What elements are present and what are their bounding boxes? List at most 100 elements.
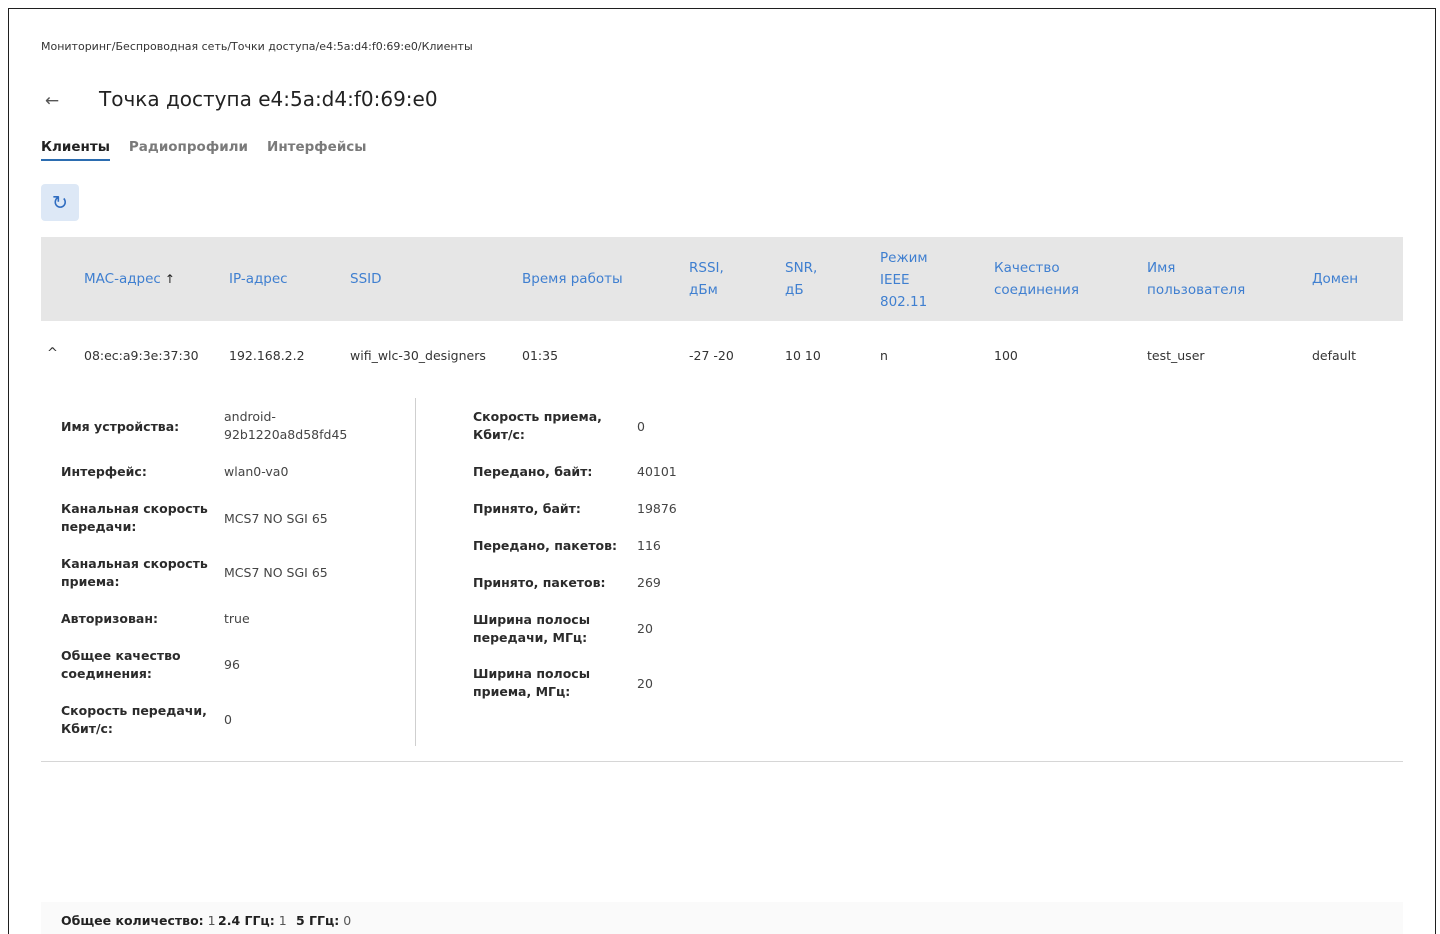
detail-value-tx-bytes: 40101 [637,464,677,479]
detail-label-rx-speed-line2: Кбит/с: [473,427,525,442]
detail-label-overall-quality-line1: Общее качество [61,648,181,663]
cell-snr: 10 10 [785,348,821,363]
tab-interfaces[interactable]: Интерфейсы [267,139,367,161]
column-header-domain[interactable]: Домен [1312,268,1358,290]
back-arrow-icon[interactable]: ← [41,90,63,112]
detail-label-authorized: Авторизован: [61,611,158,626]
detail-value-authorized: true [224,611,250,626]
detail-label-interface: Интерфейс: [61,464,147,479]
column-header-mode-line3: 802.11 [880,294,928,310]
detail-value-rx-bytes: 19876 [637,501,677,516]
column-header-snr[interactable]: SNR, дБ [785,257,817,301]
column-header-user-line1: Имя [1147,260,1176,276]
tab-clients[interactable]: Клиенты [41,139,110,161]
summary-5ghz-label: 5 ГГц: [296,913,340,928]
detail-value-tx-bandwidth: 20 [637,621,653,636]
column-header-ssid[interactable]: SSID [350,268,382,290]
detail-label-device-name: Имя устройства: [61,419,180,434]
column-header-user[interactable]: Имя пользователя [1147,257,1245,301]
cell-uptime: 01:35 [522,348,559,363]
detail-value-device-name: android- 92b1220a8d58fd45 [224,408,347,444]
detail-label-tx-speed: Скорость передачи, Кбит/с: [61,702,207,738]
detail-label-tx-rate: Канальная скорость передачи: [61,500,208,536]
detail-value-tx-rate: MCS7 NO SGI 65 [224,511,328,526]
detail-label-rx-rate-line1: Канальная скорость [61,556,208,571]
detail-label-tx-bandwidth: Ширина полосы передачи, МГц: [473,611,590,647]
detail-value-interface: wlan0-va0 [224,464,289,479]
column-header-mac[interactable]: MAC-адрес ↑ [84,268,175,290]
summary-24ghz-value: 1 [278,913,287,928]
row-details-panel: Имя устройства: android- 92b1220a8d58fd4… [41,398,1403,762]
cell-user: test_user [1147,348,1205,363]
detail-label-rx-rate: Канальная скорость приема: [61,555,208,591]
summary-5ghz-value: 0 [343,913,352,928]
column-header-mode-line1: Режим [880,250,928,266]
column-header-snr-line2: дБ [785,282,804,298]
cell-ssid: wifi_wlc-30_designers [350,348,486,363]
detail-label-tx-speed-line1: Скорость передачи, [61,703,207,718]
summary-24ghz: 2.4 ГГц: 1 [218,913,287,928]
summary-total-value: 1 [207,913,216,928]
detail-value-tx-speed: 0 [224,712,232,727]
summary-total: Общее количество: 1 [61,913,216,928]
cell-domain: default [1312,348,1356,363]
detail-label-tx-rate-line1: Канальная скорость [61,501,208,516]
detail-value-device-name-line1: android- [224,409,276,424]
summary-5ghz: 5 ГГц: 0 [296,913,351,928]
summary-footer: Общее количество: 1 2.4 ГГц: 1 5 ГГц: 0 [41,902,1403,934]
detail-label-tx-bytes: Передано, байт: [473,464,593,479]
page-title: Точка доступа e4:5a:d4:f0:69:e0 [99,87,438,111]
column-header-uptime[interactable]: Время работы [522,268,623,290]
tab-radio-profiles[interactable]: Радиопрофили [129,139,248,161]
column-header-mode[interactable]: Режим IEEE 802.11 [880,247,928,313]
table-bottom-divider [41,761,1403,762]
detail-value-rx-rate: MCS7 NO SGI 65 [224,565,328,580]
column-header-mac-label: MAC-адрес [84,271,161,287]
detail-value-overall-quality: 96 [224,657,240,672]
detail-label-rx-bandwidth: Ширина полосы приема, МГц: [473,665,590,701]
column-header-quality-line2: соединения [994,282,1079,298]
detail-value-rx-speed: 0 [637,419,645,434]
detail-label-rx-rate-line2: приема: [61,574,120,589]
detail-label-rx-speed-line1: Скорость приема, [473,409,602,424]
table-header: MAC-адрес ↑ IP-адрес SSID Время работы RS… [41,237,1403,321]
cell-ip: 192.168.2.2 [229,348,305,363]
summary-24ghz-label: 2.4 ГГц: [218,913,275,928]
column-header-rssi[interactable]: RSSI, дБм [689,257,724,301]
detail-label-tx-packets: Передано, пакетов: [473,538,617,553]
column-header-rssi-line1: RSSI, [689,260,724,276]
cell-mac: 08:ec:a9:3e:37:30 [84,348,199,363]
details-divider [415,398,416,746]
breadcrumb[interactable]: Мониторинг/Беспроводная сеть/Точки досту… [41,40,473,53]
detail-value-rx-packets: 269 [637,575,661,590]
detail-label-rx-speed: Скорость приема, Кбит/с: [473,408,602,444]
detail-value-tx-packets: 116 [637,538,661,553]
chevron-up-icon[interactable]: ^ [47,346,61,362]
tab-bar: Клиенты Радиопрофили Интерфейсы [41,139,386,163]
column-header-mode-line2: IEEE [880,272,910,288]
summary-total-label: Общее количество: [61,913,204,928]
refresh-button[interactable]: ↻ [41,184,79,221]
column-header-snr-line1: SNR, [785,260,818,276]
detail-value-rx-bandwidth: 20 [637,676,653,691]
detail-label-tx-bandwidth-line1: Ширина полосы [473,612,591,627]
column-header-user-line2: пользователя [1147,282,1246,298]
refresh-icon: ↻ [52,191,68,214]
detail-label-rx-bytes: Принято, байт: [473,501,581,516]
detail-label-overall-quality-line2: соединения: [61,666,152,681]
detail-value-device-name-line2: 92b1220a8d58fd45 [224,427,348,442]
detail-label-tx-speed-line2: Кбит/с: [61,721,113,736]
table-row[interactable]: ^ 08:ec:a9:3e:37:30 192.168.2.2 wifi_wlc… [41,338,1403,374]
column-header-quality-line1: Качество [994,260,1060,276]
cell-quality: 100 [994,348,1018,363]
column-header-ip[interactable]: IP-адрес [229,268,288,290]
detail-label-rx-packets: Принято, пакетов: [473,575,606,590]
cell-rssi: -27 -20 [689,348,734,363]
column-header-rssi-line2: дБм [689,282,718,298]
detail-label-tx-rate-line2: передачи: [61,519,137,534]
detail-label-tx-bandwidth-line2: передачи, МГц: [473,630,588,645]
sort-ascending-icon[interactable]: ↑ [165,272,175,286]
detail-label-overall-quality: Общее качество соединения: [61,647,181,683]
detail-label-rx-bandwidth-line2: приема, МГц: [473,684,571,699]
column-header-quality[interactable]: Качество соединения [994,257,1079,301]
